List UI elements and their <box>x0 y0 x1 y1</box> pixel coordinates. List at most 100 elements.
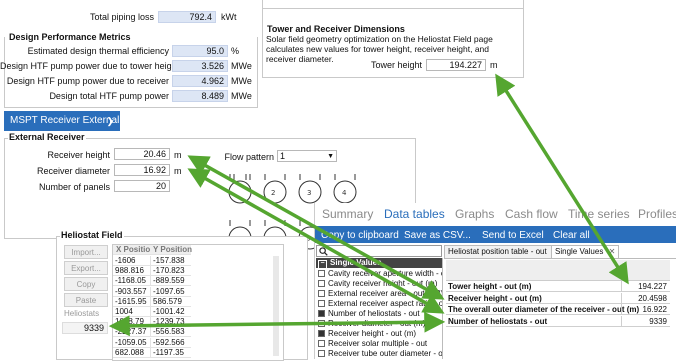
tab-graphs[interactable]: Graphs <box>455 207 494 221</box>
total-pump-power-value: 8.489 <box>172 90 228 102</box>
tab-summary[interactable]: Summary <box>322 207 373 221</box>
grid-cell-x[interactable]: -903.557 <box>113 287 150 297</box>
receiver-diameter-input[interactable]: 16.92 <box>114 164 170 176</box>
receiver-height-unit: m <box>174 150 182 160</box>
copy-to-clipboard-button[interactable]: Copy to clipboard <box>321 230 399 241</box>
heliostats-count-value: 9339 <box>62 322 108 334</box>
variable-label: Number of heliostats - out <box>328 309 420 318</box>
grid-cell-x[interactable]: 988.816 <box>113 266 150 277</box>
variable-checkbox[interactable] <box>318 270 325 277</box>
grid-cell-x[interactable]: 1008.79 <box>113 317 150 328</box>
receiver-type-dropdown[interactable]: MSPT Receiver External ❯ <box>4 111 120 131</box>
single-value-name: The overall outer diameter of the receiv… <box>448 305 640 314</box>
tab-time-series[interactable]: Time series <box>568 207 630 221</box>
variable-list-item[interactable]: Receiver height - out (m) <box>316 329 416 339</box>
tower-dimensions-divider <box>262 8 524 9</box>
grid-cell-x[interactable]: 1004 <box>113 307 150 317</box>
variable-label: Receiver height - out (m) <box>328 329 417 338</box>
variable-list-item[interactable]: Cavity receiver aperture width - out <box>316 269 442 279</box>
search-icon <box>319 247 328 256</box>
variable-checkbox[interactable] <box>318 300 325 307</box>
number-of-panels-input[interactable]: 20 <box>114 180 170 192</box>
variable-list-item[interactable]: Receiver solar multiple - out <box>316 339 427 349</box>
tab-cash-flow[interactable]: Cash flow <box>505 207 558 221</box>
single-value-row: Number of heliostats - out 9339 <box>446 315 670 327</box>
copy-button[interactable]: Copy <box>64 277 108 291</box>
close-icon[interactable]: ✕ <box>609 247 616 256</box>
grid-cell-x[interactable]: -1606 <box>113 256 150 266</box>
variable-list-item[interactable]: Receiver diameter - out (m) <box>316 319 425 329</box>
tower-height-label: Tower height <box>370 60 422 70</box>
variable-list-item[interactable]: Receiver tube outer diameter - out <box>316 349 443 359</box>
external-receiver-title: External Receiver <box>8 132 86 142</box>
clear-all-button[interactable]: Clear all <box>553 230 590 241</box>
send-to-excel-button[interactable]: Send to Excel <box>482 230 544 241</box>
grid-cell-y[interactable]: -592.566 <box>150 337 191 348</box>
variable-search-box[interactable] <box>316 245 442 257</box>
subtab-single-values[interactable]: Single Values ✕ <box>551 245 620 259</box>
heliostat-field-title: Heliostat Field <box>60 230 124 240</box>
grid-cell-x[interactable]: -1615.95 <box>113 297 150 307</box>
tower-dimensions-title: Tower and Receiver Dimensions <box>266 24 406 34</box>
variable-list-item[interactable]: External receiver area - out (m2) <box>316 289 442 299</box>
variable-checkbox[interactable] <box>318 330 325 337</box>
grid-scrollbar[interactable] <box>273 256 279 356</box>
pump-power-tower-value: 3.526 <box>172 60 228 72</box>
variable-checkbox[interactable] <box>318 320 325 327</box>
single-value-row: The overall outer diameter of the receiv… <box>446 304 670 315</box>
variable-label: Cavity receiver height - out (m) <box>328 279 438 288</box>
column-header-y: Y Position <box>150 245 192 255</box>
tab-data-tables[interactable]: Data tables <box>384 207 445 221</box>
variable-list-item[interactable]: External receiver aspect ratio - out <box>316 299 443 309</box>
flow-pattern-select[interactable]: 1 ▼ <box>277 150 337 162</box>
variable-checkbox[interactable] <box>318 340 325 347</box>
grid-cell-y[interactable]: -1239.73 <box>150 317 191 328</box>
single-value-row: Tower height - out (m) 194.227 <box>446 281 670 292</box>
single-values-header <box>446 260 670 281</box>
subtab-single-values-label: Single Values <box>555 247 604 256</box>
tab-profiles[interactable]: Profiles <box>638 207 676 221</box>
import-button[interactable]: Import... <box>64 245 108 259</box>
single-value-divider <box>621 304 622 315</box>
variable-checkbox[interactable] <box>318 350 325 357</box>
single-value-number: 16.922 <box>642 305 667 314</box>
grid-cell-x[interactable]: -2227.37 <box>113 327 150 338</box>
grid-cell-x[interactable]: -1168.05 <box>113 276 150 287</box>
variable-checkbox[interactable] <box>318 290 325 297</box>
grid-cell-y[interactable]: -1097.65 <box>150 286 191 297</box>
grid-cell-y[interactable]: 586.579 <box>150 296 191 307</box>
receiver-height-input[interactable]: 20.46 <box>114 148 170 160</box>
save-as-csv-button[interactable]: Save as CSV... <box>404 230 471 241</box>
variable-label: External receiver aspect ratio - out <box>328 299 443 308</box>
total-piping-loss-label: Total piping loss <box>89 12 154 22</box>
export-button[interactable]: Export... <box>64 261 108 275</box>
grid-cell-y[interactable]: -1001.42 <box>150 307 191 317</box>
svg-text:3: 3 <box>307 189 311 197</box>
variable-checkbox[interactable] <box>318 310 325 317</box>
grid-cell-x[interactable]: 682.088 <box>113 348 150 358</box>
variable-list-item[interactable]: Number of heliostats - out <box>316 309 420 319</box>
single-value-name: Receiver height - out (m) <box>448 293 542 303</box>
grid-cell-y[interactable]: -889.559 <box>150 276 191 287</box>
receiver-diameter-unit: m <box>174 166 182 176</box>
flow-pattern-label: Flow pattern <box>224 152 274 162</box>
variable-list-item[interactable]: Cavity receiver height - out (m) <box>316 279 437 289</box>
receiver-type-label: MSPT Receiver External <box>10 115 120 126</box>
single-values-group[interactable]: − Single Values <box>316 258 442 269</box>
grid-cell-y[interactable]: -157.838 <box>150 256 191 266</box>
variable-label: Receiver diameter - out (m) <box>328 319 426 328</box>
variable-checkbox[interactable] <box>318 280 325 287</box>
heliostats-count-label: Heliostats <box>64 309 100 318</box>
grid-cell-y[interactable]: -1197.35 <box>150 347 191 358</box>
receiver-diameter-label: Receiver diameter <box>36 166 110 176</box>
grid-cell-y[interactable]: -170.823 <box>150 266 191 277</box>
paste-button[interactable]: Paste <box>64 293 108 307</box>
subtab-heliostat-position[interactable]: Heliostat position table - out ✕ <box>444 245 563 259</box>
total-piping-loss-value: 792.4 <box>158 11 216 23</box>
design-efficiency-value: 95.0 <box>172 45 228 57</box>
svg-text:2: 2 <box>271 189 275 197</box>
grid-cell-y[interactable]: -556.583 <box>150 327 191 338</box>
grid-cell-x[interactable]: -1059.05 <box>113 338 150 348</box>
variable-label: Receiver tube outer diameter - out <box>328 349 443 358</box>
pump-power-tower-label: Design HTF pump power due to tower heigh… <box>0 61 180 71</box>
